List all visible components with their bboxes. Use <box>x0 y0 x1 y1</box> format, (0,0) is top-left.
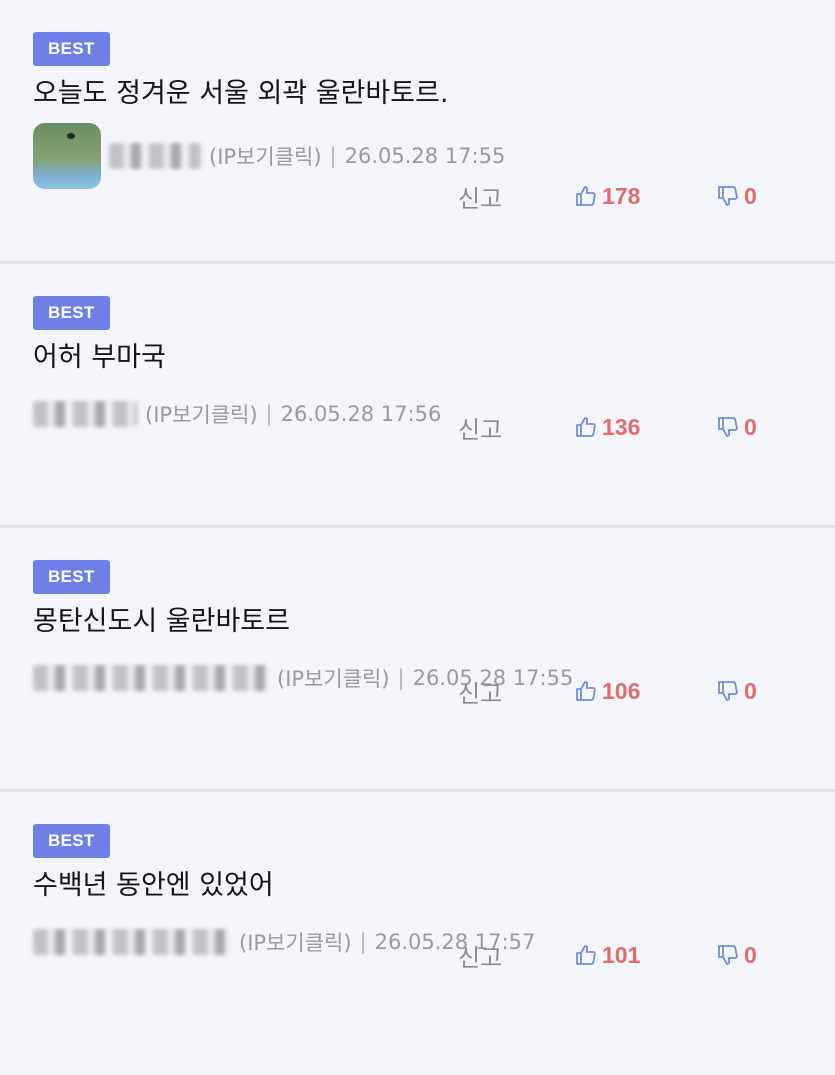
meta-separator: | <box>265 402 273 426</box>
like-button[interactable]: 106 <box>574 678 640 705</box>
best-badge: BEST <box>33 824 110 858</box>
ip-view-link[interactable]: (IP보기클릭) <box>239 927 352 957</box>
dislike-button[interactable]: 0 <box>716 678 757 705</box>
blurred-username[interactable] <box>33 665 269 691</box>
like-button[interactable]: 178 <box>574 183 640 210</box>
dislike-count: 0 <box>744 413 757 440</box>
best-badge: BEST <box>33 32 110 66</box>
comment-item: BEST 어허 부마국 (IP보기클릭) | 26.05.28 17:56 신고… <box>0 264 835 528</box>
comment-meta: (IP보기클릭) | 26.05.28 17:57 <box>33 919 835 965</box>
comment-meta: (IP보기클릭) | 26.05.28 17:56 <box>33 391 835 437</box>
blurred-username[interactable] <box>109 143 201 169</box>
comment-text: 몽탄신도시 울란바토르 <box>33 606 290 637</box>
comment-item: BEST 몽탄신도시 울란바토르 (IP보기클릭) | 26.05.28 17:… <box>0 528 835 792</box>
thumbs-down-icon <box>718 186 738 206</box>
thumbs-down-icon <box>718 945 738 965</box>
like-count: 136 <box>602 413 641 440</box>
dislike-count: 0 <box>744 182 757 209</box>
like-count: 178 <box>602 182 641 209</box>
comment-text: 오늘도 정겨운 서울 외곽 울란바토르. <box>33 78 449 109</box>
blurred-username[interactable] <box>33 401 137 427</box>
comment-meta: (IP보기클릭) | 26.05.28 17:55 <box>33 123 835 189</box>
comment-meta: (IP보기클릭) | 26.05.28 17:55 <box>33 655 835 701</box>
report-button[interactable]: 신고 <box>458 410 502 445</box>
thumbs-up-icon <box>576 945 596 965</box>
comment-date: 26.05.28 17:56 <box>280 402 442 426</box>
thumbs-down-icon <box>718 417 738 437</box>
like-count: 101 <box>602 941 641 968</box>
thumbs-up-icon <box>576 186 596 206</box>
report-button[interactable]: 신고 <box>458 938 502 973</box>
ip-view-link[interactable]: (IP보기클릭) <box>277 663 390 693</box>
report-button[interactable]: 신고 <box>458 674 502 709</box>
comment-date: 26.05.28 17:55 <box>344 144 506 168</box>
ip-view-link[interactable]: (IP보기클릭) <box>209 141 322 171</box>
dislike-button[interactable]: 0 <box>716 942 757 969</box>
thumbs-down-icon <box>718 681 738 701</box>
best-comment-list: BEST 오늘도 정겨운 서울 외곽 울란바토르. (IP보기클릭) | 26.… <box>0 0 835 1056</box>
best-badge: BEST <box>33 560 110 594</box>
like-button[interactable]: 101 <box>574 942 640 969</box>
comment-item: BEST 수백년 동안엔 있었어 (IP보기클릭) | 26.05.28 17:… <box>0 792 835 1056</box>
best-badge: BEST <box>33 296 110 330</box>
comment-text: 어허 부마국 <box>33 342 166 373</box>
comment-text: 수백년 동안엔 있었어 <box>33 870 274 901</box>
meta-separator: | <box>397 666 405 690</box>
meta-separator: | <box>359 930 367 954</box>
comment-item: BEST 오늘도 정겨운 서울 외곽 울란바토르. (IP보기클릭) | 26.… <box>0 0 835 264</box>
dislike-button[interactable]: 0 <box>716 414 757 441</box>
report-button[interactable]: 신고 <box>458 179 502 214</box>
thumbs-up-icon <box>576 681 596 701</box>
blurred-username[interactable] <box>33 929 231 955</box>
dislike-count: 0 <box>744 941 757 968</box>
avatar[interactable] <box>33 123 101 189</box>
ip-view-link[interactable]: (IP보기클릭) <box>145 399 258 429</box>
thumbs-up-icon <box>576 417 596 437</box>
dislike-count: 0 <box>744 677 757 704</box>
like-count: 106 <box>602 677 641 704</box>
like-button[interactable]: 136 <box>574 414 640 441</box>
meta-separator: | <box>329 144 337 168</box>
dislike-button[interactable]: 0 <box>716 183 757 210</box>
comment-date: 26.05.28 17:57 <box>374 930 536 954</box>
